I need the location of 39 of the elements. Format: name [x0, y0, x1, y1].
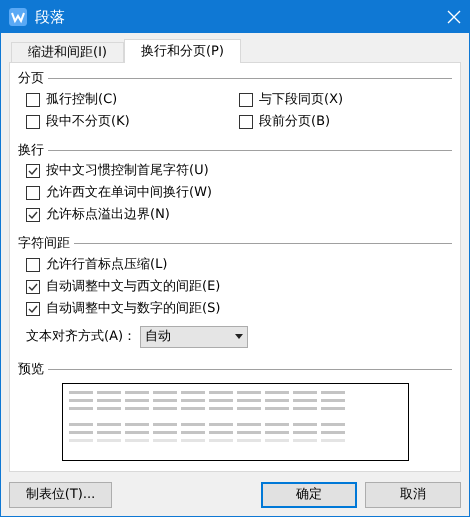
dialog-button[interactable]: 制表位(T)...	[9, 482, 112, 508]
checkbox[interactable]	[26, 302, 40, 316]
checkbox[interactable]	[26, 114, 40, 128]
check-icon	[28, 304, 38, 314]
check-icon	[28, 282, 38, 292]
dropdown-caret-icon	[235, 334, 244, 339]
checkbox-option[interactable]: 孤行控制(C)	[26, 88, 239, 110]
checkbox[interactable]	[239, 92, 253, 106]
section-title: 字符间距	[18, 235, 70, 253]
close-icon[interactable]	[447, 10, 461, 24]
checkbox-option[interactable]: 按中文习惯控制首尾字符(U)	[26, 160, 452, 182]
checkbox[interactable]	[26, 92, 40, 106]
checkbox[interactable]	[26, 164, 40, 178]
checkbox-option[interactable]: 自动调整中文与西文的间距(E)	[26, 276, 452, 298]
checkbox-option[interactable]: 自动调整中文与数字的间距(S)	[26, 298, 452, 320]
window-title: 段落	[35, 6, 65, 28]
checkbox-option[interactable]: 允许标点溢出边界(N)	[26, 204, 452, 226]
section-title: 换行	[18, 142, 44, 160]
checkbox[interactable]	[239, 114, 253, 128]
section-title: 预览	[18, 360, 44, 378]
check-icon	[28, 210, 38, 220]
tab[interactable]: 换行和分页(P)	[124, 39, 241, 63]
checkbox-option[interactable]: 段前分页(B)	[239, 110, 452, 132]
section-title: 分页	[18, 70, 44, 88]
checkbox[interactable]	[26, 280, 40, 294]
app-logo-icon	[9, 8, 27, 26]
alignment-label: 文本对齐方式(A)：	[26, 328, 136, 346]
checkbox-option[interactable]: 允许西文在单词中间换行(W)	[26, 182, 452, 204]
checkbox[interactable]	[26, 186, 40, 200]
dialog-button[interactable]: 取消	[365, 482, 461, 508]
check-icon	[28, 166, 38, 176]
checkbox-option[interactable]: 允许行首标点压缩(L)	[26, 254, 452, 276]
dialog-button[interactable]: 确定	[261, 482, 357, 508]
checkbox-option[interactable]: 与下段同页(X)	[239, 88, 452, 110]
alignment-dropdown[interactable]: 自动	[140, 326, 248, 348]
checkbox[interactable]	[26, 258, 40, 272]
checkbox[interactable]	[26, 208, 40, 222]
checkbox-option[interactable]: 段中不分页(K)	[26, 110, 239, 132]
tab[interactable]: 缩进和间距(I)	[11, 42, 124, 62]
